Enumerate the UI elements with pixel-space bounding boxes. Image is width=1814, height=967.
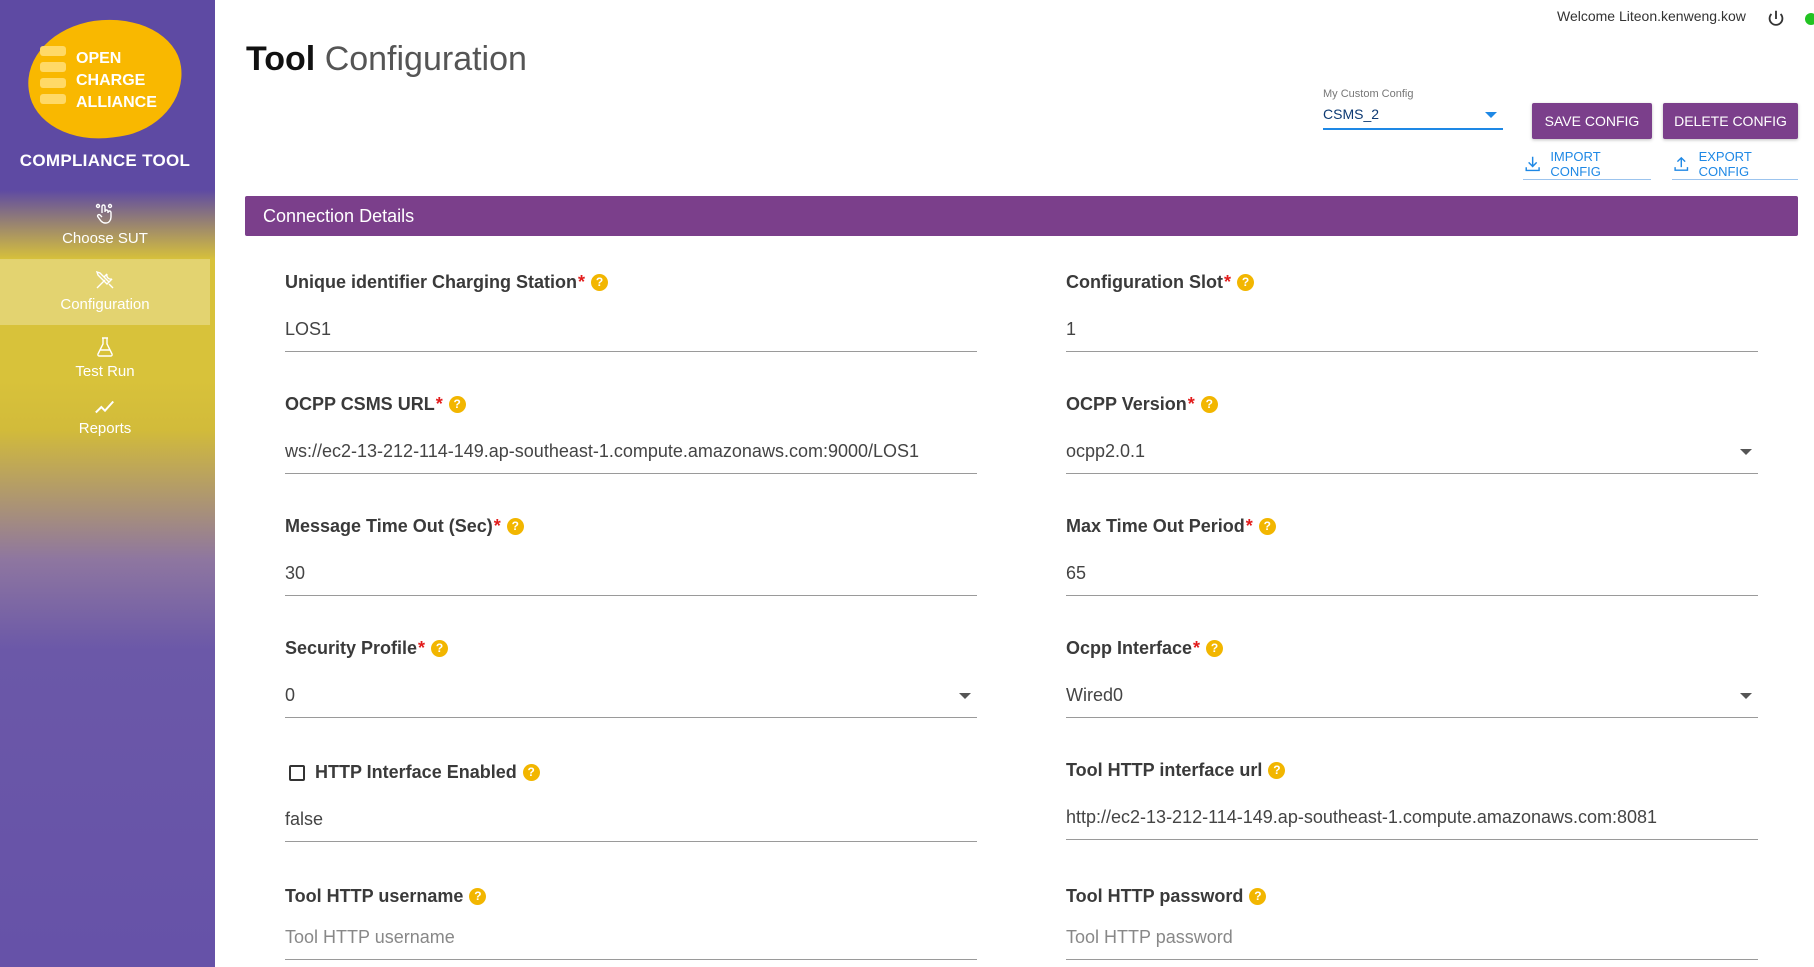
sidebar: OPEN CHARGE ALLIANCE COMPLIANCE TOOL Cho… — [0, 0, 215, 967]
download-icon — [1525, 156, 1540, 171]
http-enabled-value[interactable]: false — [285, 809, 977, 842]
help-icon[interactable]: ? — [448, 396, 466, 413]
pointer-hand-icon — [95, 203, 113, 224]
ocpp-version-value: ocpp2.0.1 — [1066, 441, 1146, 461]
custom-config-selected: CSMS_2 — [1323, 106, 1380, 122]
field-label: HTTP Interface Enabled ? — [285, 762, 977, 783]
field-label: Configuration Slot * ? — [1066, 272, 1758, 293]
field-label: Max Time Out Period * ? — [1066, 516, 1758, 537]
field-label: OCPP Version * ? — [1066, 394, 1758, 415]
field-label: Security Profile * ? — [285, 638, 977, 659]
logo-text: OPEN CHARGE ALLIANCE — [76, 50, 157, 111]
http-url-input[interactable]: http://ec2-13-212-114-149.ap-southeast-1… — [1066, 807, 1758, 840]
delete-config-button[interactable]: DELETE CONFIG — [1663, 103, 1798, 139]
sidebar-item-label: Test Run — [75, 363, 135, 380]
max-timeout-input[interactable]: 65 — [1066, 563, 1758, 596]
page-title-bold: Tool — [246, 40, 316, 78]
field-label: Unique identifier Charging Station * ? — [285, 272, 977, 293]
unique-id-field: Unique identifier Charging Station * ? LO… — [285, 272, 977, 352]
field-label: Message Time Out (Sec) * ? — [285, 516, 977, 537]
chevron-down-icon — [1740, 449, 1752, 455]
help-icon[interactable]: ? — [522, 764, 540, 781]
ocpp-version-select[interactable]: ocpp2.0.1 — [1066, 441, 1758, 474]
field-label: Tool HTTP interface url ? — [1066, 760, 1758, 781]
field-label: Tool HTTP username ? — [285, 886, 977, 907]
tools-icon — [95, 270, 114, 289]
help-icon[interactable]: ? — [469, 888, 487, 905]
config-slot-field: Configuration Slot * ? 1 — [1066, 272, 1758, 352]
message-timeout-input[interactable]: 30 — [285, 563, 977, 596]
help-icon[interactable]: ? — [431, 640, 449, 657]
message-timeout-field: Message Time Out (Sec) * ? 30 — [285, 516, 977, 596]
ocpp-version-field: OCPP Version * ? ocpp2.0.1 — [1066, 394, 1758, 474]
http-username-input[interactable]: Tool HTTP username — [285, 927, 977, 960]
config-slot-input[interactable]: 1 — [1066, 319, 1758, 352]
help-icon[interactable]: ? — [1258, 518, 1276, 535]
sidebar-item-label: Configuration — [60, 296, 150, 313]
help-icon[interactable]: ? — [591, 274, 609, 291]
connection-details-header: Connection Details — [245, 196, 1798, 236]
logo-stripes — [40, 46, 66, 116]
custom-config-label: My Custom Config — [1323, 88, 1414, 100]
help-icon[interactable]: ? — [1249, 888, 1267, 905]
help-icon[interactable]: ? — [506, 518, 524, 535]
security-profile-value: 0 — [285, 685, 296, 705]
export-config-button[interactable]: EXPORT CONFIG — [1672, 148, 1798, 180]
help-icon[interactable]: ? — [1237, 274, 1254, 291]
sidebar-item-label: Reports — [78, 420, 132, 437]
max-timeout-field: Max Time Out Period * ? 65 — [1066, 516, 1758, 596]
unique-id-input[interactable]: LOS1 — [285, 319, 977, 352]
help-icon[interactable]: ? — [1268, 762, 1286, 779]
page-title: Tool Configuration — [246, 40, 527, 79]
field-label: Tool HTTP password ? — [1066, 886, 1758, 907]
sidebar-item-choose-sut[interactable]: Choose SUT — [0, 202, 210, 262]
http-username-field: Tool HTTP username ? Tool HTTP username — [285, 886, 977, 960]
flask-icon — [97, 337, 113, 357]
app-title: COMPLIANCE TOOL — [19, 151, 191, 170]
open-charge-alliance-logo[interactable]: OPEN CHARGE ALLIANCE — [20, 9, 190, 149]
ocpp-interface-select[interactable]: Wired0 — [1066, 685, 1758, 718]
field-label: Ocpp Interface * ? — [1066, 638, 1758, 659]
welcome-text: Welcome Liteon.kenweng.kow — [1557, 8, 1746, 24]
csms-url-field: OCPP CSMS URL * ? ws://ec2-13-212-114-149… — [285, 394, 977, 474]
page-title-light: Configuration — [324, 40, 527, 78]
ocpp-interface-value: Wired0 — [1066, 685, 1124, 705]
custom-config-value[interactable]: CSMS_2 — [1323, 106, 1503, 130]
chevron-down-icon — [1740, 693, 1752, 699]
import-config-button[interactable]: IMPORT CONFIG — [1523, 148, 1651, 180]
sidebar-item-configuration[interactable]: Configuration — [0, 259, 210, 325]
export-config-label: EXPORT CONFIG — [1698, 148, 1752, 179]
help-icon[interactable]: ? — [1206, 640, 1224, 657]
csms-url-input[interactable]: ws://ec2-13-212-114-149.ap-southeast-1.c… — [285, 441, 977, 474]
chevron-down-icon — [959, 693, 971, 699]
ocpp-interface-field: Ocpp Interface * ? Wired0 — [1066, 638, 1758, 718]
http-password-field: Tool HTTP password ? Tool HTTP password — [1066, 886, 1758, 960]
trend-chart-icon — [95, 400, 114, 414]
upload-icon — [1674, 156, 1689, 171]
chevron-down-icon — [1485, 112, 1497, 118]
power-icon[interactable] — [1765, 8, 1787, 30]
sidebar-item-label: Choose SUT — [62, 230, 148, 247]
http-password-input[interactable]: Tool HTTP password — [1066, 927, 1758, 960]
http-enabled-field: HTTP Interface Enabled ? false — [285, 762, 977, 842]
connection-status-dot — [1805, 13, 1814, 25]
sidebar-item-reports[interactable]: Reports — [0, 398, 210, 450]
security-profile-field: Security Profile * ? 0 — [285, 638, 977, 718]
help-icon[interactable]: ? — [1200, 396, 1218, 413]
save-config-button[interactable]: SAVE CONFIG — [1532, 103, 1652, 139]
sidebar-item-test-run[interactable]: Test Run — [0, 335, 210, 391]
import-config-label: IMPORT CONFIG — [1550, 148, 1601, 179]
custom-config-select[interactable]: My Custom Config CSMS_2 — [1323, 88, 1503, 130]
http-enabled-checkbox[interactable] — [289, 764, 305, 781]
http-url-field: Tool HTTP interface url ? http://ec2-13-… — [1066, 760, 1758, 840]
field-label: OCPP CSMS URL * ? — [285, 394, 977, 415]
security-profile-select[interactable]: 0 — [285, 685, 977, 718]
